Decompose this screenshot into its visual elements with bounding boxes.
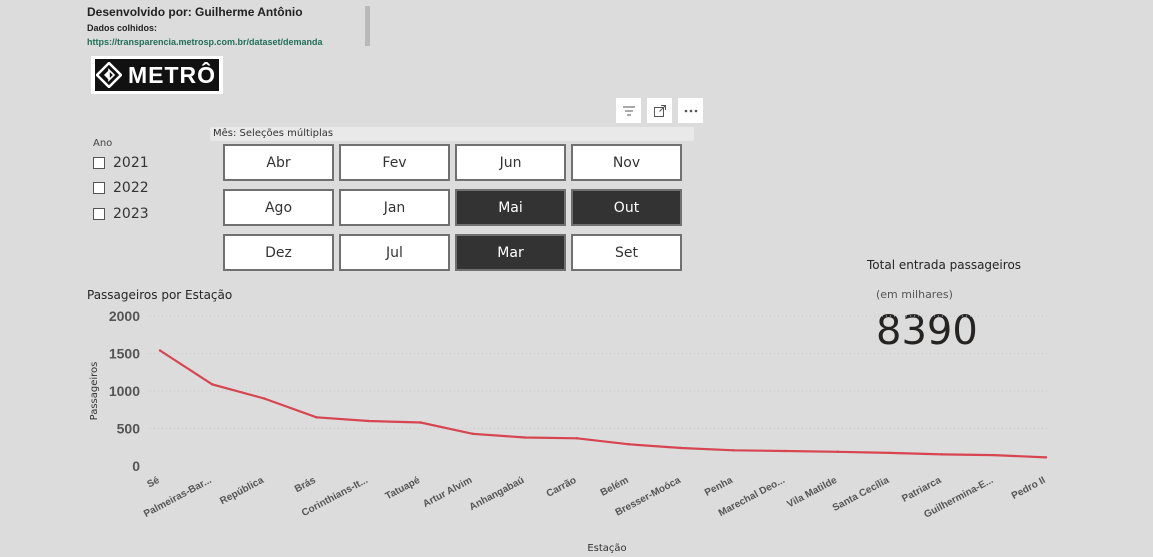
data-point bbox=[627, 443, 631, 446]
data-point bbox=[575, 437, 579, 440]
y-tick-label: 500 bbox=[117, 421, 141, 437]
y-tick-label: 2000 bbox=[109, 308, 140, 324]
data-point bbox=[888, 451, 891, 455]
month-tile-mai[interactable]: Mai bbox=[455, 189, 566, 226]
x-tick-label: Carrão bbox=[545, 475, 579, 500]
data-point bbox=[419, 421, 422, 424]
y-tick-label: 1000 bbox=[109, 383, 140, 399]
line-chart: 0500100015002000PassageirosEstaçãoSéPalm… bbox=[89, 308, 1050, 554]
credits-scrollbar[interactable] bbox=[365, 6, 370, 46]
data-point bbox=[940, 453, 943, 456]
x-tick-label: República bbox=[218, 475, 266, 507]
x-axis-title: Estação bbox=[587, 543, 626, 554]
data-point bbox=[315, 416, 318, 419]
month-tile-jan[interactable]: Jan bbox=[339, 189, 450, 226]
x-tick-label: Sé bbox=[145, 475, 161, 491]
x-tick-label: Artur Alvim bbox=[421, 475, 474, 510]
data-source-label: Dados colhidos: bbox=[87, 23, 158, 33]
data-point bbox=[210, 383, 214, 386]
month-tile-jul[interactable]: Jul bbox=[339, 234, 450, 271]
author-credit: Desenvolvido por: Guilherme Antônio bbox=[87, 5, 303, 19]
month-tile-out[interactable]: Out bbox=[571, 189, 682, 226]
more-options-icon bbox=[684, 109, 697, 112]
checkbox[interactable] bbox=[93, 157, 105, 169]
month-tile-abr[interactable]: Abr bbox=[223, 144, 334, 181]
x-tick-label: Santa Cecília bbox=[831, 475, 892, 514]
data-point bbox=[784, 449, 787, 453]
focus-mode-button[interactable] bbox=[647, 98, 672, 123]
month-tile-set[interactable]: Set bbox=[571, 234, 682, 271]
month-tile-nov[interactable]: Nov bbox=[571, 144, 682, 181]
data-source-link[interactable]: https://transparencia.metrosp.com.br/dat… bbox=[87, 37, 323, 47]
data-point bbox=[263, 397, 266, 400]
year-slicer-label: Ano bbox=[93, 138, 113, 149]
year-option[interactable]: 2023 bbox=[93, 206, 149, 222]
data-point bbox=[732, 449, 735, 452]
year-option[interactable]: 2021 bbox=[93, 155, 149, 171]
x-tick-label: Patriarca bbox=[900, 475, 943, 505]
checkbox[interactable] bbox=[93, 182, 105, 194]
kpi-title: Total entrada passageiros bbox=[867, 258, 1022, 272]
filter-icon bbox=[622, 106, 635, 115]
metro-logo-icon bbox=[95, 59, 123, 91]
data-point bbox=[471, 432, 474, 435]
month-tile-jun[interactable]: Jun bbox=[455, 144, 566, 181]
data-point bbox=[523, 436, 527, 439]
y-axis-title: Passageiros bbox=[89, 362, 100, 421]
month-tile-mar[interactable]: Mar bbox=[455, 234, 566, 271]
y-tick-label: 0 bbox=[132, 458, 140, 474]
more-options-button[interactable] bbox=[678, 98, 703, 123]
y-tick-label: 1500 bbox=[109, 346, 140, 362]
data-point bbox=[367, 419, 370, 423]
checkbox[interactable] bbox=[93, 208, 105, 220]
month-tile-fev[interactable]: Fev bbox=[339, 144, 450, 181]
focus-mode-icon bbox=[653, 104, 666, 117]
metro-logo: METRÔ bbox=[91, 56, 223, 94]
x-tick-label: Tatuapé bbox=[384, 475, 423, 503]
data-point bbox=[1044, 456, 1048, 459]
month-tile-dez[interactable]: Dez bbox=[223, 234, 334, 271]
x-tick-label: Anhangabaú bbox=[468, 475, 527, 513]
filter-button[interactable] bbox=[616, 98, 641, 123]
x-tick-label: Brás bbox=[293, 475, 318, 495]
logo-text: METRÔ bbox=[128, 61, 217, 88]
year-option[interactable]: 2022 bbox=[93, 180, 149, 196]
x-tick-label: Penha bbox=[703, 475, 735, 499]
x-tick-label: Pedro II bbox=[1010, 475, 1048, 502]
data-point bbox=[836, 450, 839, 453]
month-tile-ago[interactable]: Ago bbox=[223, 189, 334, 226]
month-slicer-header: Mês: Seleções múltiplas bbox=[210, 127, 694, 141]
x-tick-label: Belém bbox=[599, 475, 631, 499]
data-point bbox=[679, 446, 683, 450]
data-point bbox=[992, 453, 996, 457]
data-point bbox=[158, 349, 162, 352]
series-line bbox=[159, 349, 1047, 459]
